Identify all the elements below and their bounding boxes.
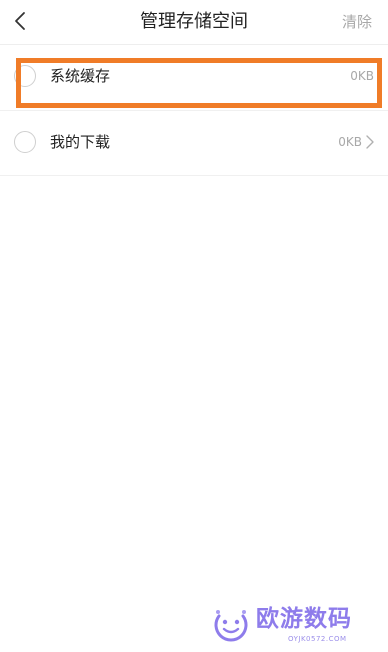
size-value: 0KB: [350, 69, 374, 83]
list-item-label: 系统缓存: [50, 67, 111, 85]
watermark-title: 欧游数码: [256, 606, 352, 632]
page-title: 管理存储空间: [140, 11, 248, 32]
select-checkbox-my-downloads[interactable]: [14, 131, 36, 153]
smiley-logo-icon: [214, 610, 248, 642]
list-item-label: 我的下载: [50, 133, 111, 151]
clear-button[interactable]: 清除: [342, 11, 372, 33]
list-item-my-downloads[interactable]: 我的下载 0KB: [0, 110, 388, 176]
list-item-system-cache[interactable]: 系统缓存 0KB: [0, 45, 388, 109]
chevron-right-icon: [366, 135, 374, 149]
navigation-header: 管理存储空间 清除: [0, 0, 388, 45]
size-value: 0KB: [338, 135, 362, 149]
watermark: 欧游数码 OYJK0572.COM: [212, 604, 372, 644]
watermark-subtitle: OYJK0572.COM: [288, 635, 347, 643]
select-checkbox-system-cache[interactable]: [14, 65, 36, 87]
